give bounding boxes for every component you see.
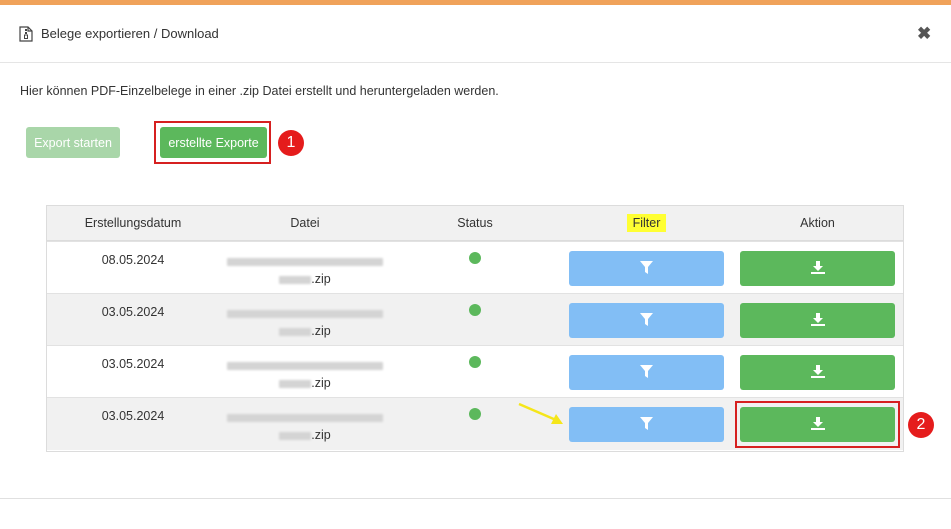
filter-icon [640, 313, 653, 326]
filter-icon [640, 261, 653, 274]
download-button[interactable] [740, 251, 895, 286]
redacted-filename [279, 275, 312, 284]
dialog-header: Belege exportieren / Download ✖ [0, 5, 951, 63]
dialog-title: Belege exportieren / Download [41, 26, 219, 41]
column-header-filter: Filter [569, 206, 724, 240]
file-suffix: .zip [311, 376, 331, 390]
status-indicator [469, 252, 481, 264]
file-suffix: .zip [311, 324, 331, 338]
redacted-filename [227, 257, 383, 266]
download-icon [811, 313, 825, 326]
row-file: .zip [225, 356, 385, 392]
download-button[interactable] [740, 303, 895, 338]
row-file: .zip [225, 252, 385, 288]
filter-button[interactable] [569, 407, 724, 442]
row-file: .zip [225, 304, 385, 340]
filter-icon [640, 417, 653, 430]
column-header-date: Erstellungsdatum [84, 216, 182, 230]
filter-icon [640, 365, 653, 378]
step-marker-1: 1 [278, 130, 304, 156]
column-header-status: Status [457, 216, 493, 230]
redacted-filename [227, 309, 383, 318]
column-header-file: Datei [290, 216, 320, 230]
table-row: 03.05.2024 .zip [47, 345, 903, 398]
redacted-filename [279, 431, 312, 440]
status-indicator [469, 304, 481, 316]
column-header-action: Aktion [800, 216, 835, 230]
highlight-box-2 [735, 401, 900, 448]
row-date: 03.05.2024 [101, 305, 165, 319]
table-row: 03.05.2024 .zip [47, 293, 903, 346]
file-suffix: .zip [311, 428, 331, 442]
filter-button[interactable] [569, 251, 724, 286]
redacted-filename [227, 361, 383, 370]
row-file: .zip [225, 408, 385, 444]
download-icon [811, 261, 825, 274]
status-indicator [469, 356, 481, 368]
file-suffix: .zip [311, 272, 331, 286]
created-exports-button[interactable]: erstellte Exporte [160, 127, 267, 158]
download-icon [811, 365, 825, 378]
footer-divider [0, 498, 951, 499]
table-row: 08.05.2024 .zip [47, 241, 903, 294]
table-header: Erstellungsdatum Datei Status Filter Akt… [47, 206, 903, 241]
yellow-arrow-icon [518, 402, 563, 424]
close-icon[interactable]: ✖ [917, 24, 931, 44]
redacted-filename [279, 379, 312, 388]
redacted-filename [227, 413, 383, 422]
intro-text: Hier können PDF-Einzelbelege in einer .z… [20, 84, 499, 98]
download-button[interactable] [740, 355, 895, 390]
status-indicator [469, 408, 481, 420]
redacted-filename [279, 327, 312, 336]
step-marker-2: 2 [908, 412, 934, 438]
export-start-button[interactable]: Export starten [26, 127, 120, 158]
document-zip-icon [19, 26, 33, 42]
row-date: 08.05.2024 [101, 253, 165, 267]
filter-button[interactable] [569, 355, 724, 390]
filter-button[interactable] [569, 303, 724, 338]
filter-header-label: Filter [626, 214, 667, 232]
row-date: 03.05.2024 [101, 409, 165, 423]
row-date: 03.05.2024 [101, 357, 165, 371]
